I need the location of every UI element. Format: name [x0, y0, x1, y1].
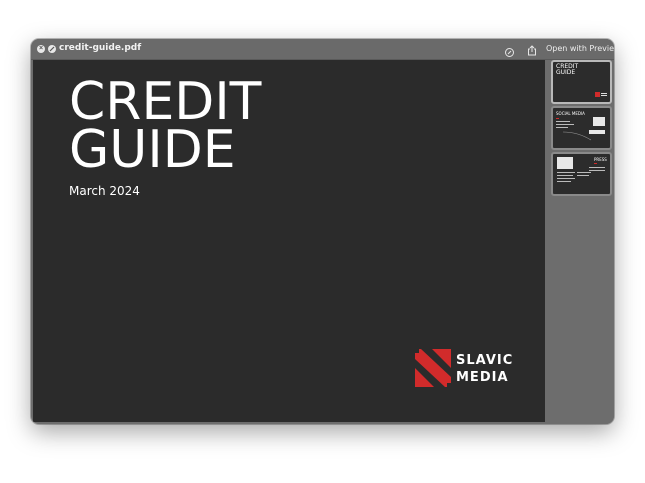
thumbnail-title: CREDIT GUIDE [556, 63, 579, 76]
logo-wordmark: SLAVIC MEDIA [456, 352, 513, 386]
thumbnail-sidebar: CREDIT GUIDE SOCIAL MEDIA PRESS [547, 60, 614, 424]
thumbnail-image [593, 117, 605, 126]
thumbnail-accent [556, 118, 559, 119]
title-bar: × credit-guide.pdf Open with Preview [31, 39, 614, 60]
thumbnail-text-line [557, 175, 573, 176]
pdf-page: CREDIT GUIDE March 2024 SLAVIC MEDIA [33, 60, 545, 422]
thumbnail-text-line [589, 167, 605, 168]
x-circle-icon[interactable] [48, 45, 56, 53]
thumbnail-logo-text [601, 95, 607, 96]
title-line-credit: CREDIT [69, 72, 262, 132]
thumbnail-text-line [556, 121, 570, 122]
thumbnail-page-1[interactable]: CREDIT GUIDE [551, 60, 612, 104]
thumbnail-text-line [556, 127, 568, 128]
thumbnail-text-line [577, 175, 589, 176]
page-date: March 2024 [69, 184, 140, 198]
title-line-guide: GUIDE [69, 120, 236, 180]
thumbnail-title: PRESS [594, 157, 607, 162]
thumbnail-page-3[interactable]: PRESS [551, 152, 612, 196]
thumbnail-text-line [577, 172, 591, 173]
logo-text-media: MEDIA [456, 370, 509, 385]
thumbnail-image [557, 157, 573, 169]
logo-mark-icon [415, 349, 451, 387]
quicklook-window: × credit-guide.pdf Open with Preview CRE… [31, 39, 614, 424]
page-title: CREDIT GUIDE [69, 72, 262, 180]
thumbnail-text-line [557, 181, 571, 182]
close-icon[interactable]: × [37, 45, 45, 53]
thumbnail-text-line [589, 170, 605, 171]
thumbnail-page-2[interactable]: SOCIAL MEDIA [551, 106, 612, 150]
thumbnail-logo-icon [595, 92, 600, 97]
slavic-media-logo: SLAVIC MEDIA [415, 349, 525, 389]
thumbnail-text-line [556, 124, 574, 125]
thumbnail-text-line [557, 172, 575, 173]
annotate-icon[interactable] [505, 44, 514, 57]
share-icon[interactable] [527, 43, 537, 56]
thumbnail-logo-text [601, 93, 607, 94]
thumbnail-text-line [557, 178, 575, 179]
thumbnail-accent [594, 163, 597, 164]
thumbnail-title: SOCIAL MEDIA [556, 111, 585, 116]
thumbnail-curve-icon [563, 131, 592, 141]
logo-text-slavic: SLAVIC [456, 353, 514, 368]
open-with-preview-button[interactable]: Open with Preview [546, 44, 614, 53]
window-title: credit-guide.pdf [59, 43, 142, 53]
